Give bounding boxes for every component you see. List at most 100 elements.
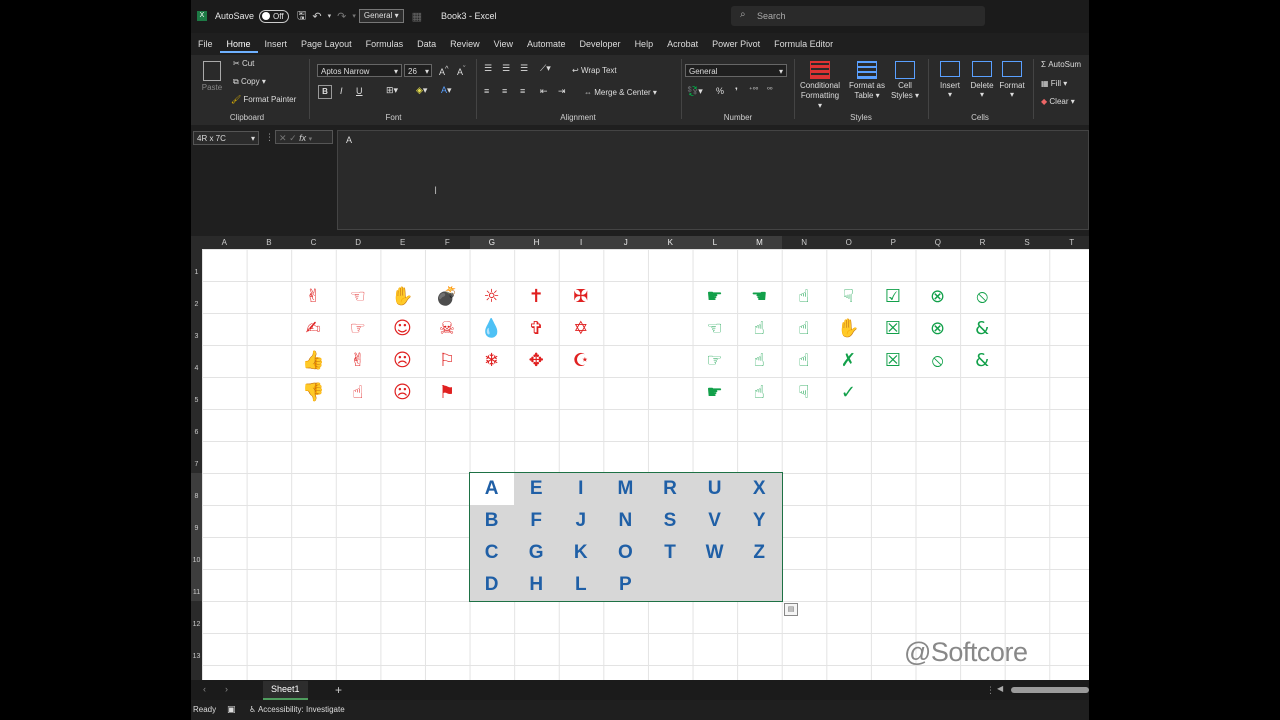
delete-cells-button[interactable]: Delete ▾ xyxy=(968,61,996,99)
red-symbol-cell[interactable]: ✞ xyxy=(514,313,558,345)
green-symbol-cell[interactable]: & xyxy=(960,345,1004,377)
cut-button[interactable]: ✂ Cut xyxy=(233,59,254,68)
tab-developer[interactable]: Developer xyxy=(573,35,628,53)
letter-cell[interactable]: X xyxy=(737,473,781,505)
scroll-left-icon[interactable]: ◀ xyxy=(997,684,1003,693)
red-symbol-cell[interactable]: ☞ xyxy=(336,313,380,345)
green-symbol-cell[interactable]: ☟ xyxy=(782,377,826,409)
copy-button[interactable]: ⧉ Copy ▾ xyxy=(233,77,266,87)
row-header-10[interactable]: 10 xyxy=(191,537,202,569)
red-symbol-cell[interactable]: ☹ xyxy=(380,345,424,377)
font-color-icon[interactable]: A▾ xyxy=(441,85,452,96)
green-symbol-cell[interactable]: ☝ xyxy=(782,313,826,345)
column-header-j[interactable]: J xyxy=(603,236,648,249)
green-symbol-cell[interactable]: ✓ xyxy=(826,377,870,409)
align-left-icon[interactable]: ≡ xyxy=(484,86,489,96)
row-header-5[interactable]: 5 xyxy=(191,377,202,409)
align-top-icon[interactable]: ☰ xyxy=(484,63,492,74)
format-as-table-button[interactable]: Format as Table ▾ xyxy=(848,61,886,101)
merge-center-button[interactable]: ⇔ Merge & Center ▾ xyxy=(584,88,657,97)
insert-cells-button[interactable]: Insert ▾ xyxy=(936,61,964,99)
paste-options-icon[interactable]: ▤ xyxy=(784,603,798,616)
tab-formula-editor[interactable]: Formula Editor xyxy=(767,35,840,53)
column-header-d[interactable]: D xyxy=(336,236,381,249)
red-symbol-cell[interactable]: ✠ xyxy=(559,281,603,313)
number-format-select[interactable]: General ▾ xyxy=(685,64,787,77)
green-symbol-cell[interactable]: ☚ xyxy=(737,281,781,313)
row-header-9[interactable]: 9 xyxy=(191,505,202,537)
row-header-2[interactable]: 2 xyxy=(191,281,202,313)
row-header-3[interactable]: 3 xyxy=(191,313,202,345)
red-symbol-cell[interactable]: ☼ xyxy=(470,281,514,313)
tab-data[interactable]: Data xyxy=(410,35,443,53)
column-header-b[interactable]: B xyxy=(247,236,292,249)
letter-cell[interactable]: F xyxy=(514,505,558,537)
align-center-icon[interactable]: ≡ xyxy=(502,86,507,96)
currency-icon[interactable]: 💱▾ xyxy=(687,86,703,97)
red-symbol-cell[interactable]: ✥ xyxy=(514,345,558,377)
insert-function-button[interactable]: fx xyxy=(299,133,306,143)
paste-button[interactable]: Paste xyxy=(201,61,223,92)
autosum-button[interactable]: Σ AutoSum xyxy=(1041,60,1081,69)
enter-icon[interactable]: ✓ xyxy=(289,133,297,143)
letter-cell[interactable]: H xyxy=(514,569,558,601)
green-symbol-cell[interactable]: ☞ xyxy=(693,345,737,377)
green-symbol-cell[interactable]: ☝ xyxy=(782,281,826,313)
row-header-12[interactable]: 12 xyxy=(191,601,202,633)
column-header-r[interactable]: R xyxy=(960,236,1005,249)
letter-cell[interactable]: Y xyxy=(737,505,781,537)
next-sheet-icon[interactable]: › xyxy=(225,684,228,694)
undo-dropdown-icon[interactable]: ▾ xyxy=(328,12,332,20)
column-header-s[interactable]: S xyxy=(1005,236,1050,249)
column-header-k[interactable]: K xyxy=(648,236,693,249)
tab-help[interactable]: Help xyxy=(628,35,661,53)
tab-home[interactable]: Home xyxy=(219,35,258,53)
column-header-a[interactable]: A xyxy=(202,236,247,249)
green-symbol-cell[interactable]: ☝ xyxy=(737,377,781,409)
underline-button[interactable]: U xyxy=(356,86,363,96)
horizontal-scrollbar[interactable] xyxy=(1011,687,1089,693)
red-symbol-cell[interactable]: ☠ xyxy=(425,313,469,345)
red-symbol-cell[interactable]: 💣 xyxy=(425,281,469,313)
format-cells-button[interactable]: Format ▾ xyxy=(998,61,1026,99)
letter-cell[interactable]: S xyxy=(648,505,692,537)
letter-cell[interactable]: Z xyxy=(737,537,781,569)
red-symbol-cell[interactable]: ✋ xyxy=(380,281,424,313)
tab-view[interactable]: View xyxy=(487,35,520,53)
green-symbol-cell[interactable]: ☝ xyxy=(782,345,826,377)
accessibility-status[interactable]: ♿ Accessibility: Investigate xyxy=(249,705,345,714)
row-header-13[interactable]: 13 xyxy=(191,633,202,665)
italic-button[interactable]: I xyxy=(340,86,343,96)
column-header-h[interactable]: H xyxy=(514,236,559,249)
letter-cell[interactable]: T xyxy=(648,537,692,569)
green-symbol-cell[interactable]: & xyxy=(960,313,1004,345)
green-symbol-cell[interactable]: ⦸ xyxy=(916,345,960,377)
orientation-icon[interactable]: ⟋▾ xyxy=(540,63,551,74)
letter-cell[interactable]: P xyxy=(603,569,647,601)
tab-insert[interactable]: Insert xyxy=(258,35,295,53)
green-symbol-cell[interactable]: ✗ xyxy=(826,345,870,377)
increase-font-icon[interactable]: A^ xyxy=(439,64,449,77)
letter-cell[interactable]: A xyxy=(469,473,514,505)
more-options-icon[interactable]: ⋮ xyxy=(986,685,995,696)
autosave-toggle[interactable]: Off xyxy=(259,9,290,23)
tab-acrobat[interactable]: Acrobat xyxy=(660,35,705,53)
row-header-11[interactable]: 11 xyxy=(191,569,202,601)
tab-review[interactable]: Review xyxy=(443,35,487,53)
letter-cell[interactable]: O xyxy=(603,537,647,569)
letter-cell[interactable]: C xyxy=(470,537,514,569)
row-header-7[interactable]: 7 xyxy=(191,441,202,473)
red-symbol-cell[interactable]: ☪ xyxy=(559,345,603,377)
name-box[interactable]: 4R x 7C ▾ xyxy=(193,131,259,145)
font-name-select[interactable]: Aptos Narrow ▾ xyxy=(317,64,402,77)
conditional-formatting-button[interactable]: Conditional Formatting ▾ xyxy=(798,61,842,111)
column-header-f[interactable]: F xyxy=(425,236,470,249)
number-format-quick-dropdown[interactable]: General ▾ xyxy=(358,9,404,23)
decrease-indent-icon[interactable]: ⇤ xyxy=(540,86,548,97)
column-header-n[interactable]: N xyxy=(782,236,827,249)
column-header-e[interactable]: E xyxy=(380,236,425,249)
wrap-text-button[interactable]: ↩ Wrap Text xyxy=(572,66,617,75)
red-symbol-cell[interactable]: ✝ xyxy=(514,281,558,313)
more-icon[interactable]: ⋮ xyxy=(265,132,274,143)
green-symbol-cell[interactable]: ☝ xyxy=(737,313,781,345)
